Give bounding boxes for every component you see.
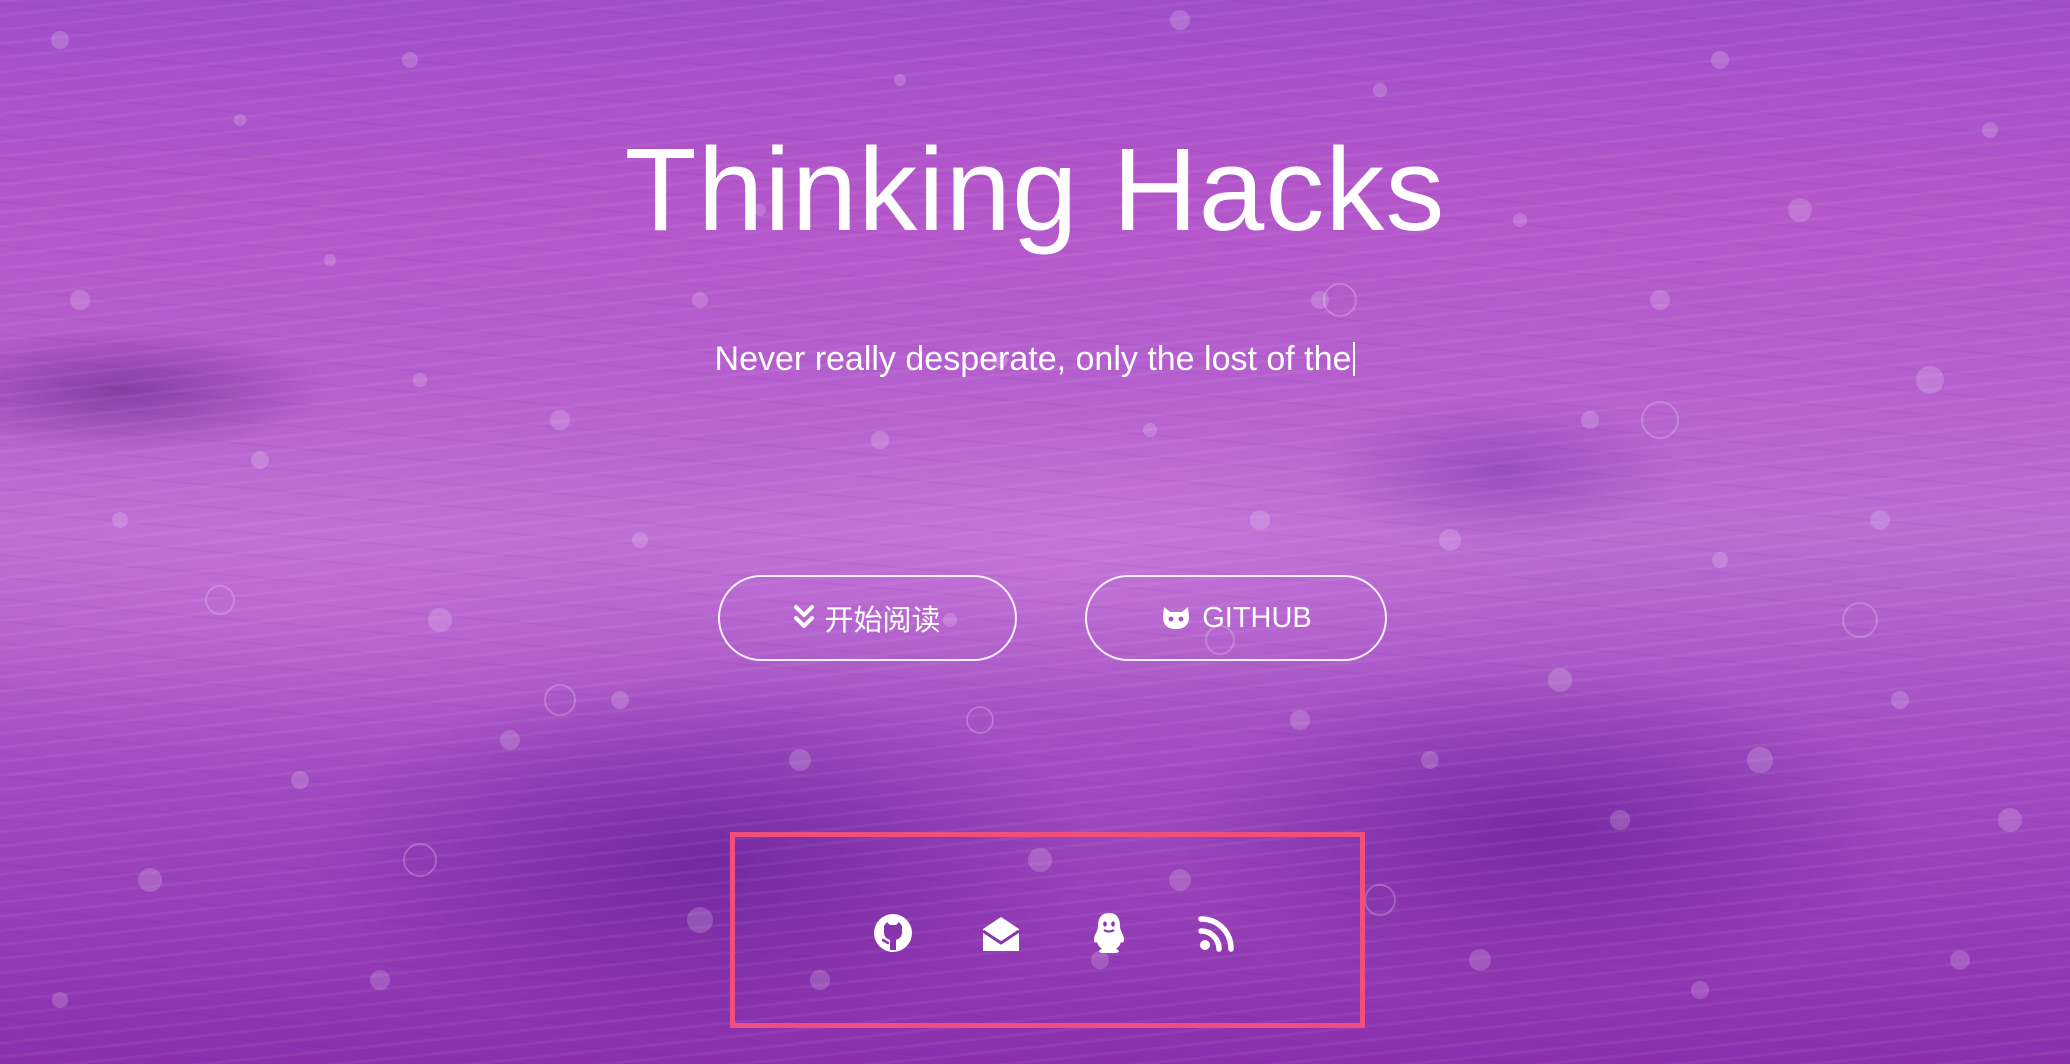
github-icon[interactable] — [865, 905, 921, 961]
start-reading-label: 开始阅读 — [824, 605, 941, 637]
social-links — [865, 905, 1245, 961]
chevron-double-down-icon — [794, 604, 815, 632]
rss-icon[interactable] — [1189, 905, 1245, 961]
start-reading-button[interactable]: 开始阅读 — [718, 575, 1017, 661]
typing-cursor — [1353, 342, 1356, 376]
github-button[interactable]: GITHUB — [1085, 575, 1387, 661]
hero-section: Thinking Hacks Never really desperate, o… — [0, 0, 2070, 1064]
qq-icon[interactable] — [1081, 905, 1137, 961]
github-octocat-icon — [1160, 605, 1192, 631]
typed-subtitle: Never really desperate, only the lost of… — [0, 340, 2070, 379]
site-title: Thinking Hacks — [624, 124, 1446, 256]
mail-icon[interactable] — [973, 905, 1029, 961]
github-button-label: GITHUB — [1202, 601, 1312, 634]
subtitle-text: Never really desperate, only the lost of… — [714, 340, 1352, 378]
